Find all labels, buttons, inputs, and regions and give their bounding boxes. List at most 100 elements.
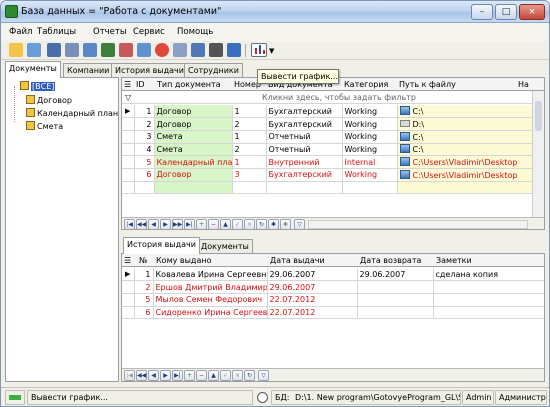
cell-n[interactable]: 6 <box>134 306 154 320</box>
nav-prev-page-icon[interactable]: ◀◀ <box>136 219 147 229</box>
cell-issued-to[interactable]: Ковалева Ирина Сергеевна <box>153 268 268 282</box>
maximize-button[interactable]: □ <box>495 4 517 20</box>
table-row[interactable]: 6 Сидоренко Ирина Сергеевна 22.07.2012 <box>122 306 544 320</box>
nav-insert-icon[interactable]: + <box>196 219 207 229</box>
cell-issued-to[interactable]: Ершов Дмитрий Владимирович <box>153 280 268 294</box>
nav-post-icon[interactable]: ✓ <box>232 219 243 229</box>
nav-first-icon[interactable]: |◀ <box>124 219 135 229</box>
tab-companies[interactable]: Компании <box>63 63 114 78</box>
cell-return-date[interactable] <box>357 280 434 294</box>
cell-return-date[interactable] <box>357 293 434 307</box>
tree-item-estimate[interactable]: Смета <box>26 121 63 131</box>
nav-post-icon[interactable]: ✓ <box>220 370 231 381</box>
tree-root-all[interactable]: [ВСЕ] <box>20 81 56 91</box>
vertical-scrollbar[interactable] <box>532 91 544 218</box>
cell-kind[interactable]: Отчетный <box>266 130 343 144</box>
table-row[interactable]: 2 Договор 2 Бухгалтерский Working D:\ <box>122 117 533 131</box>
history-grid[interactable]: ☰ № Кому выдано Дата выдачи Дата возврат… <box>121 253 545 382</box>
nav-last-icon[interactable]: ▶| <box>172 370 183 381</box>
cell-notes[interactable] <box>433 280 544 294</box>
nav-cancel-icon[interactable]: × <box>232 370 243 381</box>
new-icon[interactable] <box>9 43 23 57</box>
horizontal-scrollbar[interactable] <box>308 220 528 229</box>
nav-insert-icon[interactable]: + <box>184 370 195 381</box>
nav-bookmark-icon[interactable]: ✱ <box>268 219 279 229</box>
users-icon[interactable] <box>101 43 115 57</box>
binoculars-icon[interactable] <box>209 43 223 57</box>
row-indicator[interactable] <box>122 130 135 144</box>
menu-reports[interactable]: Отчеты <box>93 27 127 37</box>
minimize-button[interactable]: – <box>471 4 493 20</box>
cell-n[interactable]: 2 <box>134 280 154 294</box>
row-indicator[interactable]: ▶ <box>122 105 135 119</box>
nav-cancel-icon[interactable]: × <box>244 219 255 229</box>
nav-filter-icon[interactable]: ▽ <box>294 219 305 229</box>
grid-icon[interactable] <box>65 43 79 57</box>
cell-kind[interactable]: Бухгалтерский <box>266 168 343 182</box>
cell-id[interactable]: 5 <box>134 155 155 169</box>
documents-grid[interactable]: ☰ ID Тип документа Номер Вид документа К… <box>121 77 545 230</box>
nav-delete-icon[interactable]: − <box>208 219 219 229</box>
cell-issue-date[interactable]: 22.07.2012 <box>267 293 358 307</box>
cell-kind[interactable]: Внутренний <box>266 155 343 169</box>
cell-id[interactable]: 4 <box>134 143 155 157</box>
cell-issue-date[interactable]: 22.07.2012 <box>267 306 358 320</box>
cell-category[interactable]: Working <box>342 143 398 157</box>
table-row[interactable] <box>122 181 533 195</box>
nav-prev-icon[interactable]: ◀ <box>148 219 159 229</box>
cell-category[interactable]: Internal <box>342 155 398 169</box>
table-row[interactable]: 5 Календарный план 1 Внутренний Internal C:\U… <box>122 155 533 169</box>
tab-employees[interactable]: Сотрудники <box>184 63 243 78</box>
row-indicator[interactable] <box>122 117 135 131</box>
cell-id[interactable]: 3 <box>134 130 155 144</box>
cell-path[interactable]: D:\ <box>397 117 533 131</box>
cell-number[interactable]: 1 <box>232 155 267 169</box>
cell-id[interactable]: 1 <box>134 105 155 119</box>
table-row[interactable]: 6 Договор 3 Бухгалтерский Working C:\Users\Vl… <box>122 168 533 182</box>
cell-path[interactable]: C:\Users\Vladimir\Desktop <box>397 168 533 182</box>
col-doc-type[interactable]: Тип документа <box>157 80 221 89</box>
cell-id[interactable]: 2 <box>134 117 155 131</box>
stop-icon[interactable] <box>155 43 169 57</box>
cell-id[interactable]: 6 <box>134 168 155 182</box>
cell-issue-date[interactable]: 29.06.2007 <box>267 268 358 282</box>
cell-path[interactable]: C:\ <box>397 143 533 157</box>
cell-number[interactable]: 2 <box>232 143 267 157</box>
cell-number[interactable]: 1 <box>232 130 267 144</box>
cell-issued-to[interactable]: Сидоренко Ирина Сергеевна <box>153 306 268 320</box>
grid-menu-icon[interactable]: ☰ <box>124 256 131 265</box>
list-icon[interactable] <box>83 43 97 57</box>
row-indicator[interactable] <box>122 280 135 294</box>
nav-next-page-icon[interactable]: ▶▶ <box>172 219 183 229</box>
cell-type[interactable]: Договор <box>154 168 233 182</box>
cell-type[interactable]: Календарный план <box>154 155 233 169</box>
cell-notes[interactable] <box>433 306 544 320</box>
subtab-issue-history[interactable]: История выдачи <box>123 237 200 254</box>
row-indicator[interactable] <box>122 155 135 169</box>
col-issued-to[interactable]: Кому выдано <box>156 256 211 265</box>
cell-return-date[interactable]: 29.06.2007 <box>357 268 434 282</box>
col-issue-date[interactable]: Дата выдачи <box>270 256 325 265</box>
menu-tables[interactable]: Таблицы <box>37 27 76 37</box>
chart-icon[interactable] <box>251 43 267 57</box>
subtab-documents[interactable]: Документы <box>197 239 253 254</box>
table-row[interactable]: ▶ 1 Договор 1 Бухгалтерский Working C:\ <box>122 105 533 119</box>
menu-help[interactable]: Помощь <box>177 27 213 37</box>
list-view-icon[interactable] <box>227 43 241 57</box>
cell-notes[interactable]: сделана копия <box>433 268 544 282</box>
row-indicator[interactable] <box>122 306 135 320</box>
col-file-path[interactable]: Путь к файлу <box>399 80 456 89</box>
cell-path[interactable]: C:\ <box>397 105 533 119</box>
cell-category[interactable]: Working <box>342 117 398 131</box>
nav-bookmark-goto-icon[interactable]: ✱ <box>280 219 291 229</box>
nav-prev-page-icon[interactable]: ◀◀ <box>136 370 147 381</box>
cell-notes[interactable] <box>433 293 544 307</box>
col-n[interactable]: № <box>139 256 147 265</box>
cell-n[interactable]: 5 <box>134 293 154 307</box>
col-next[interactable]: На <box>518 80 529 89</box>
row-indicator[interactable]: ▶ <box>122 268 135 282</box>
table-row[interactable]: 4 Смета 2 Отчетный Working C:\ <box>122 143 533 157</box>
cell-type[interactable]: Договор <box>154 117 233 131</box>
row-indicator[interactable] <box>122 293 135 307</box>
nav-edit-icon[interactable]: ▲ <box>220 219 231 229</box>
